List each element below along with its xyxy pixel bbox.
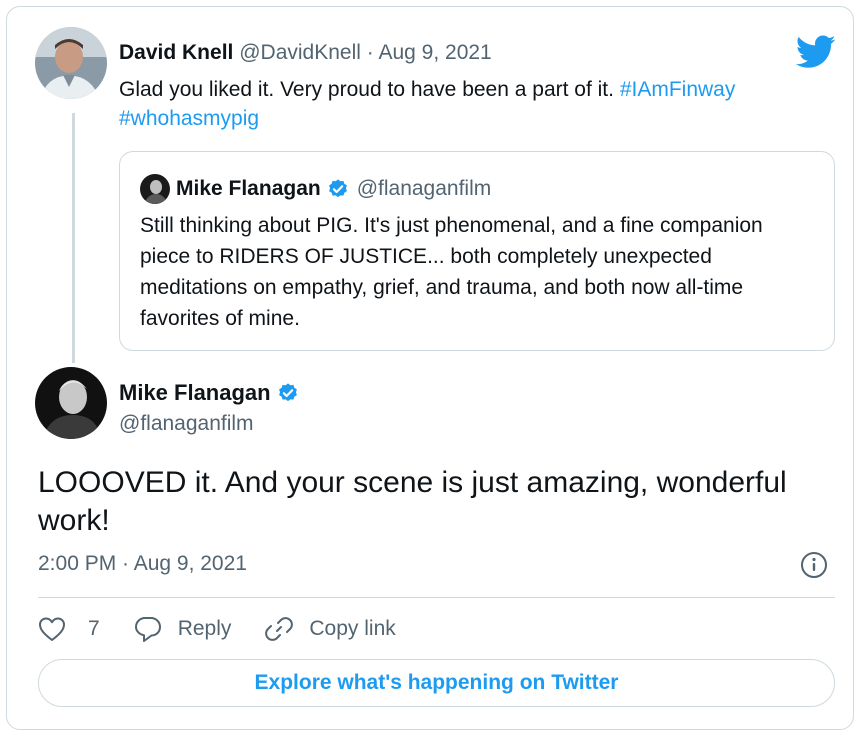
reply-text: Glad you liked it. Very proud to have be…	[119, 75, 829, 133]
quoted-author-name: Mike Flanagan	[176, 177, 321, 200]
info-icon[interactable]	[800, 551, 828, 579]
reply-author-name[interactable]: David Knell	[119, 41, 233, 64]
divider	[38, 597, 835, 598]
reply-bubble-icon	[134, 617, 161, 642]
reply-body: Glad you liked it. Very proud to have be…	[119, 78, 614, 101]
main-author-handle[interactable]: @flanaganfilm	[119, 411, 254, 437]
tweet-timestamp[interactable]: 2:00 PM · Aug 9, 2021	[38, 550, 247, 578]
verified-badge-icon	[328, 179, 347, 198]
quoted-tweet[interactable]: Mike Flanagan @flanaganfilm Still thinki…	[119, 151, 835, 351]
explore-label: Explore what's happening on Twitter	[254, 671, 619, 694]
reply-author-handle[interactable]: @DavidKnell	[239, 41, 361, 64]
action-bar: 7 Reply Copy link	[38, 611, 430, 647]
copy-link-label: Copy link	[309, 617, 396, 640]
avatar-mike-flanagan[interactable]	[35, 367, 107, 439]
quoted-author-avatar	[140, 174, 170, 204]
reply-button[interactable]: Reply	[134, 615, 232, 643]
reply-separator: ·	[366, 41, 374, 64]
hashtag-iamfinway[interactable]: #IAmFinway	[620, 78, 736, 101]
reply-label: Reply	[177, 617, 232, 640]
link-icon	[265, 617, 294, 641]
heart-icon	[39, 617, 65, 641]
quoted-text: Still thinking about PIG. It's just phen…	[140, 214, 763, 330]
thread-connector-line	[72, 113, 75, 363]
like-count: 7	[88, 617, 100, 640]
hashtag-whohasmypig[interactable]: #whohasmypig	[119, 107, 259, 130]
reply-header: David Knell @DavidKnell · Aug 9, 2021	[119, 40, 492, 66]
explore-twitter-button[interactable]: Explore what's happening on Twitter	[38, 659, 835, 707]
quoted-header: Mike Flanagan @flanaganfilm	[176, 176, 491, 202]
quoted-author-handle: @flanaganfilm	[356, 177, 492, 200]
like-button[interactable]: 7	[38, 616, 100, 642]
main-tweet-text: LOOOVED it. And your scene is just amazi…	[38, 466, 787, 537]
copy-link-button[interactable]: Copy link	[265, 615, 396, 643]
main-author-name[interactable]: Mike Flanagan	[119, 379, 271, 407]
main-author-name-row[interactable]: Mike Flanagan	[119, 379, 299, 407]
tweet-embed-card: David Knell @DavidKnell · Aug 9, 2021 Gl…	[6, 6, 854, 730]
verified-badge-icon	[278, 383, 297, 402]
avatar-david-knell[interactable]	[35, 27, 107, 99]
twitter-bird-icon[interactable]	[796, 35, 836, 69]
reply-date[interactable]: Aug 9, 2021	[378, 41, 491, 64]
